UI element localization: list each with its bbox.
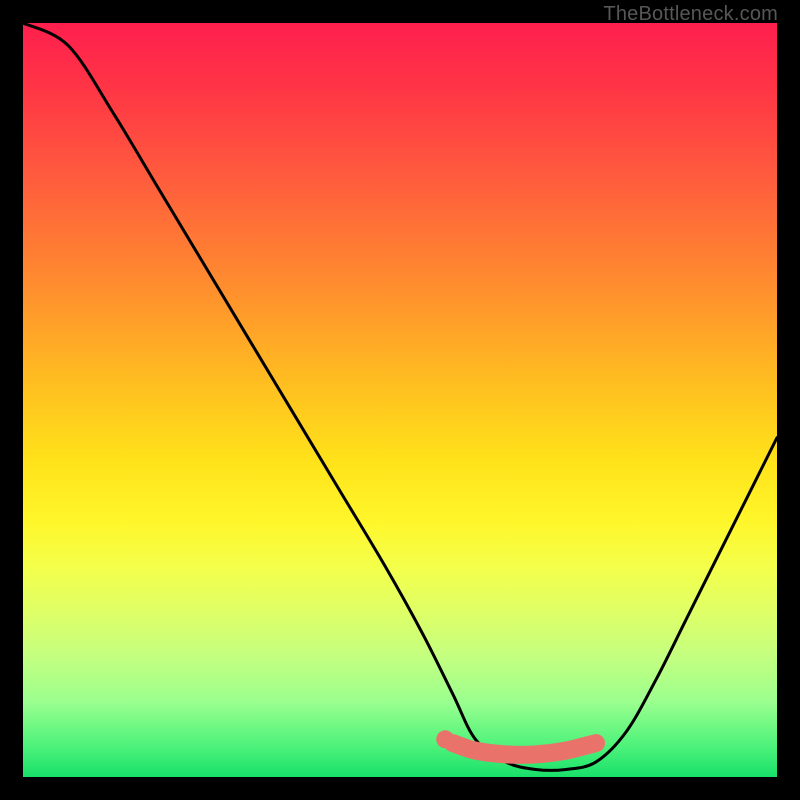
chart-svg <box>23 23 777 777</box>
highlight-segment <box>453 743 596 755</box>
highlight-dot <box>436 730 454 748</box>
bottleneck-curve <box>23 23 777 770</box>
attribution-text: TheBottleneck.com <box>603 3 778 26</box>
chart-frame: TheBottleneck.com <box>0 0 800 800</box>
